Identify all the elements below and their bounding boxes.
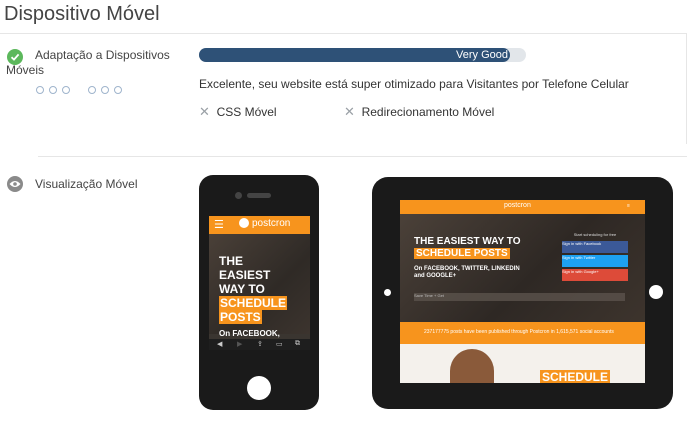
- check-label-line1: Adaptação a Dispositivos: [35, 48, 170, 62]
- dot-icon: [36, 86, 44, 94]
- bookmarks-icon: ▭: [276, 341, 283, 348]
- social-title: Start scheduling for free: [573, 232, 617, 237]
- title-divider: [0, 33, 687, 34]
- phone-home-button: [247, 376, 271, 400]
- cross-icon: ✕: [344, 104, 355, 119]
- site-logo: postcron: [504, 202, 531, 209]
- hero-subline: On FACEBOOK,: [219, 329, 280, 338]
- menu-icon: ≡: [627, 203, 630, 209]
- tablet-home-button: [649, 285, 663, 299]
- check-item-css: ✕ CSS Móvel: [199, 104, 277, 120]
- phone-preview: ☰ postcron THE EASIEST WAY TO SCHEDULE P…: [199, 175, 319, 410]
- signup-input: Save Time + Get: [414, 293, 625, 301]
- dot-icon: [101, 86, 109, 94]
- stats-banner: 237177775 posts have been published thro…: [400, 322, 645, 344]
- check-label-mobile-adaptation: Adaptação a Dispositivos Móveis: [6, 48, 185, 77]
- section-heading: SCHEDULE: [540, 370, 611, 383]
- tablet-screen: postcron ≡ THE EASIEST WAY TO SCHEDULE P…: [400, 200, 645, 383]
- check-item-redirect: ✕ Redirecionamento Móvel: [344, 104, 494, 120]
- site-header: postcron ≡: [400, 200, 645, 214]
- dot-icon: [88, 86, 96, 94]
- site-logo: postcron: [239, 218, 290, 229]
- cross-icon: ✕: [199, 104, 210, 119]
- check-item-label: CSS Móvel: [216, 105, 277, 119]
- stats-text: 237177775 posts have been published thro…: [424, 329, 614, 335]
- page-title: Dispositivo Móvel: [4, 3, 160, 25]
- tablet-camera: [384, 289, 391, 296]
- tabs-icon: ⧉: [295, 340, 300, 347]
- check-item-label: Redirecionamento Móvel: [361, 105, 495, 119]
- forward-icon: ▶: [237, 341, 243, 348]
- twitter-signin-button: Sign in with Twitter: [562, 255, 628, 267]
- score-label: Very Good: [456, 49, 508, 61]
- phone-camera: [235, 192, 242, 199]
- hero-headline: THE EASIEST WAY TO SCHEDULE POSTS: [219, 254, 288, 324]
- phone-speaker: [247, 193, 271, 198]
- hero-subline: On FACEBOOK, TWITTER, LINKEDIN and GOOGL…: [414, 266, 520, 279]
- eye-icon: [7, 176, 23, 192]
- site-header: ☰ postcron: [209, 216, 310, 234]
- check-label-mobile-preview: Visualização Móvel: [35, 177, 138, 191]
- google-signin-button: Sign in with Google+: [562, 269, 628, 281]
- logo-mark-icon: [239, 218, 249, 229]
- back-icon: ◀: [217, 341, 223, 348]
- section-divider: [38, 156, 687, 157]
- check-description: Excelente, seu website está super otimiz…: [199, 77, 629, 91]
- hamburger-icon: ☰: [214, 219, 224, 231]
- hero-headline: THE EASIEST WAY TO SCHEDULE POSTS: [414, 236, 521, 259]
- dot-icon: [49, 86, 57, 94]
- check-label-line2: Móveis: [6, 63, 45, 77]
- score-progress-bar: Very Good: [199, 48, 526, 62]
- dot-icon: [62, 86, 70, 94]
- phone-screen: ☰ postcron THE EASIEST WAY TO SCHEDULE P…: [209, 216, 310, 350]
- facebook-signin-button: Sign in with Facebook: [562, 241, 628, 253]
- dot-icon: [114, 86, 122, 94]
- share-icon: ⇪: [257, 341, 263, 348]
- tablet-preview: postcron ≡ THE EASIEST WAY TO SCHEDULE P…: [372, 177, 673, 409]
- browser-nav-bar: ◀ ▶ ⇪ ▭ ⧉: [209, 339, 310, 350]
